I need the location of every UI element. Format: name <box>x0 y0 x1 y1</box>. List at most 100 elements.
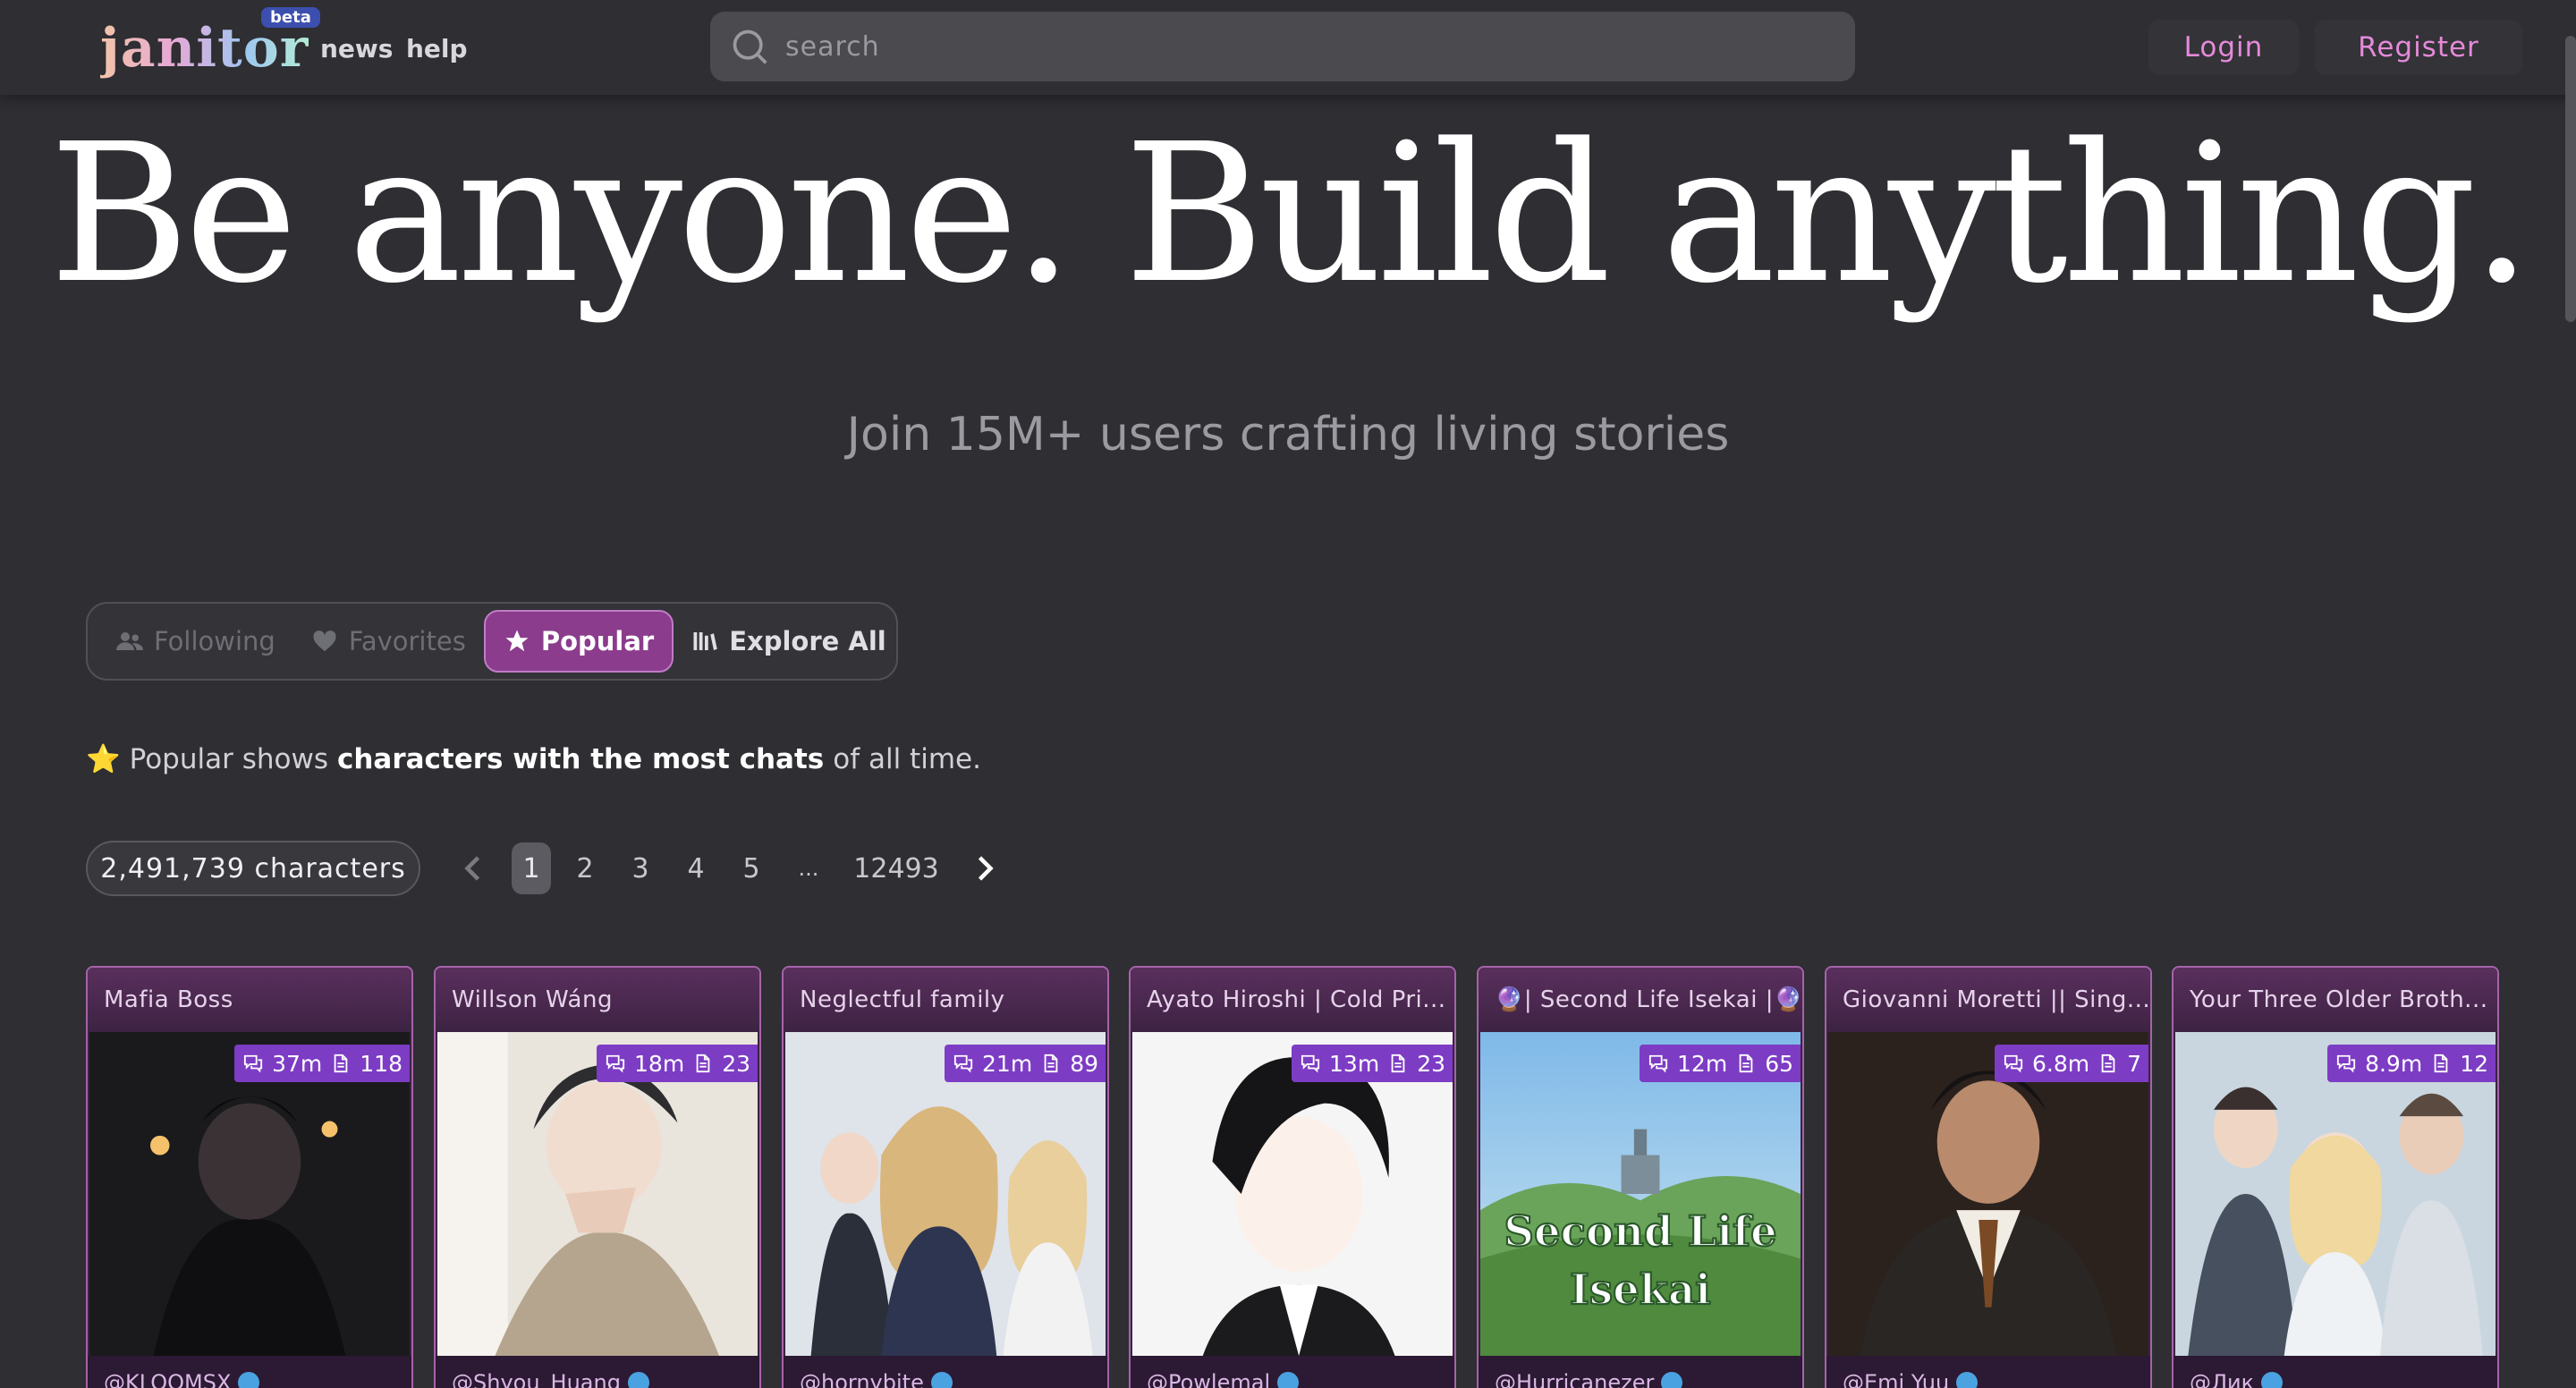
verified-icon <box>1277 1372 1300 1388</box>
card-author[interactable]: @Powlemal <box>1131 1356 1454 1388</box>
tab-following[interactable]: Following <box>98 610 293 673</box>
top-navbar: janitor beta news help Login Register <box>0 0 2576 322</box>
character-image[interactable]: 8.9m 12 <box>2175 1032 2496 1356</box>
chat-count: 12m <box>1677 1050 1728 1077</box>
character-card[interactable]: Ayato Hiroshi | Cold Pri... 13m 23 @Powlema… <box>1129 966 1456 1388</box>
art-text-line-2: Isekai <box>1570 1265 1711 1315</box>
chat-bubbles-icon <box>953 1054 973 1073</box>
filter-tabs: Following Favorites Popular Explore All <box>86 602 898 681</box>
tab-explore-all-label: Explore All <box>729 626 886 656</box>
chat-stats-badge: 12m 65 <box>1640 1045 1801 1082</box>
message-count: 23 <box>722 1050 750 1077</box>
character-image[interactable]: 21m 89 <box>785 1032 1106 1356</box>
chat-stats-badge: 6.8m 7 <box>1994 1045 2148 1082</box>
character-card[interactable]: 🔮| Second Life Isekai |🔮 Second Life Iseka… <box>1477 966 1804 1388</box>
card-author[interactable]: @KLOOMSX <box>88 1356 411 1388</box>
chat-stats-badge: 13m 23 <box>1292 1045 1453 1082</box>
tab-explore-all[interactable]: Explore All <box>674 610 904 673</box>
card-title: Neglectful family <box>784 968 1107 1032</box>
card-author[interactable]: @hornybite <box>784 1356 1107 1388</box>
document-icon <box>693 1054 713 1073</box>
heart-icon <box>313 631 336 652</box>
author-name: @Лик <box>2190 1370 2255 1388</box>
search-input[interactable] <box>785 30 1769 63</box>
popular-info: ⭐ Popular shows characters with the most… <box>86 742 981 776</box>
chat-count: 21m <box>982 1050 1033 1077</box>
card-title: Your Three Older Broth... <box>2174 968 2497 1032</box>
search-bar[interactable] <box>710 12 1855 81</box>
message-count: 23 <box>1417 1050 1445 1077</box>
chat-bubbles-icon <box>2336 1054 2356 1073</box>
verified-icon <box>930 1372 953 1388</box>
nav-help-link[interactable]: help <box>406 34 468 63</box>
card-title: Mafia Boss <box>88 968 411 1032</box>
character-image[interactable]: 13m 23 <box>1132 1032 1453 1356</box>
chat-bubbles-icon <box>243 1054 263 1073</box>
chat-count: 6.8m <box>2031 1050 2090 1077</box>
character-card[interactable]: Willson Wáng 18m 23 @Shyou_Huang <box>434 966 761 1388</box>
info-text-1: Popular shows <box>129 742 328 775</box>
register-button[interactable]: Register <box>2315 20 2522 75</box>
hero-title: Be anyone. Build anything. <box>49 103 2532 326</box>
message-count: 7 <box>2127 1050 2141 1077</box>
page-button-3[interactable]: 3 <box>624 842 657 894</box>
tab-favorites[interactable]: Favorites <box>293 610 484 673</box>
prev-page-button[interactable] <box>458 842 490 894</box>
nav-news-link[interactable]: news <box>320 34 393 63</box>
verified-icon <box>1956 1372 1979 1388</box>
chat-count: 8.9m <box>2365 1050 2423 1077</box>
message-count: 89 <box>1070 1050 1098 1077</box>
character-image[interactable]: 6.8m 7 <box>1828 1032 2148 1356</box>
page-button-1[interactable]: 1 <box>512 842 551 894</box>
message-count: 12 <box>2460 1050 2488 1077</box>
chat-count: 18m <box>634 1050 685 1077</box>
message-count: 65 <box>1765 1050 1793 1077</box>
character-card[interactable]: Giovanni Moretti || Sing... 6.8m 7 @Emi Yuu <box>1825 966 2152 1388</box>
author-name: @Hurricanezer <box>1495 1370 1655 1388</box>
card-author[interactable]: @Hurricanezer <box>1479 1356 1802 1388</box>
page-button-5[interactable]: 5 <box>735 842 767 894</box>
document-icon <box>2431 1054 2451 1073</box>
document-icon <box>1736 1054 1756 1073</box>
star-icon <box>505 630 529 652</box>
chat-stats-badge: 21m 89 <box>945 1045 1106 1082</box>
page-button-4[interactable]: 4 <box>680 842 712 894</box>
hero-subtitle: Join 15M+ users crafting living stories <box>846 408 1730 461</box>
tab-favorites-label: Favorites <box>348 626 466 656</box>
chevron-left-icon <box>464 856 480 881</box>
character-card[interactable]: Neglectful family 21m 89 @hornybite <box>782 966 1109 1388</box>
tab-popular[interactable]: Popular <box>483 610 674 673</box>
document-icon <box>1388 1054 1408 1073</box>
card-author[interactable]: @Лик <box>2174 1356 2497 1388</box>
library-icon <box>693 632 717 650</box>
character-image[interactable]: Second Life Isekai 12m 65 <box>1480 1032 1801 1356</box>
document-icon <box>1041 1054 1061 1073</box>
character-card[interactable]: Your Three Older Broth... 8.9m 12 @Лик <box>2172 966 2499 1388</box>
login-button[interactable]: Login <box>2148 20 2299 75</box>
character-image[interactable]: 18m 23 <box>437 1032 758 1356</box>
page-button-2[interactable]: 2 <box>569 842 601 894</box>
next-page-button[interactable] <box>968 842 1000 894</box>
character-card[interactable]: Mafia Boss 37m 118 @KLOOMSX <box>86 966 413 1388</box>
card-title: Giovanni Moretti || Sing... <box>1826 968 2150 1032</box>
page-scrollbar[interactable] <box>2565 36 2576 322</box>
page-button-last[interactable]: 12493 <box>852 842 941 894</box>
author-name: @Shyou_Huang <box>452 1370 621 1388</box>
card-author[interactable]: @Emi Yuu <box>1826 1356 2150 1388</box>
message-count: 118 <box>360 1050 402 1077</box>
chat-bubbles-icon <box>2004 1054 2023 1073</box>
card-author[interactable]: @Shyou_Huang <box>436 1356 759 1388</box>
chat-bubbles-icon <box>1301 1054 1320 1073</box>
author-name: @KLOOMSX <box>104 1370 232 1388</box>
chat-stats-badge: 37m 118 <box>234 1045 410 1082</box>
verified-icon <box>238 1372 260 1388</box>
document-icon <box>331 1054 351 1073</box>
character-image[interactable]: 37m 118 <box>89 1032 410 1356</box>
author-name: @Powlemal <box>1147 1370 1271 1388</box>
page-ellipsis: ... <box>798 856 819 881</box>
info-text-2: characters with the most chats <box>336 742 825 775</box>
verified-icon <box>2261 1372 2284 1388</box>
chat-count: 37m <box>272 1050 323 1077</box>
chat-stats-badge: 18m 23 <box>597 1045 758 1082</box>
document-icon <box>2098 1054 2118 1073</box>
